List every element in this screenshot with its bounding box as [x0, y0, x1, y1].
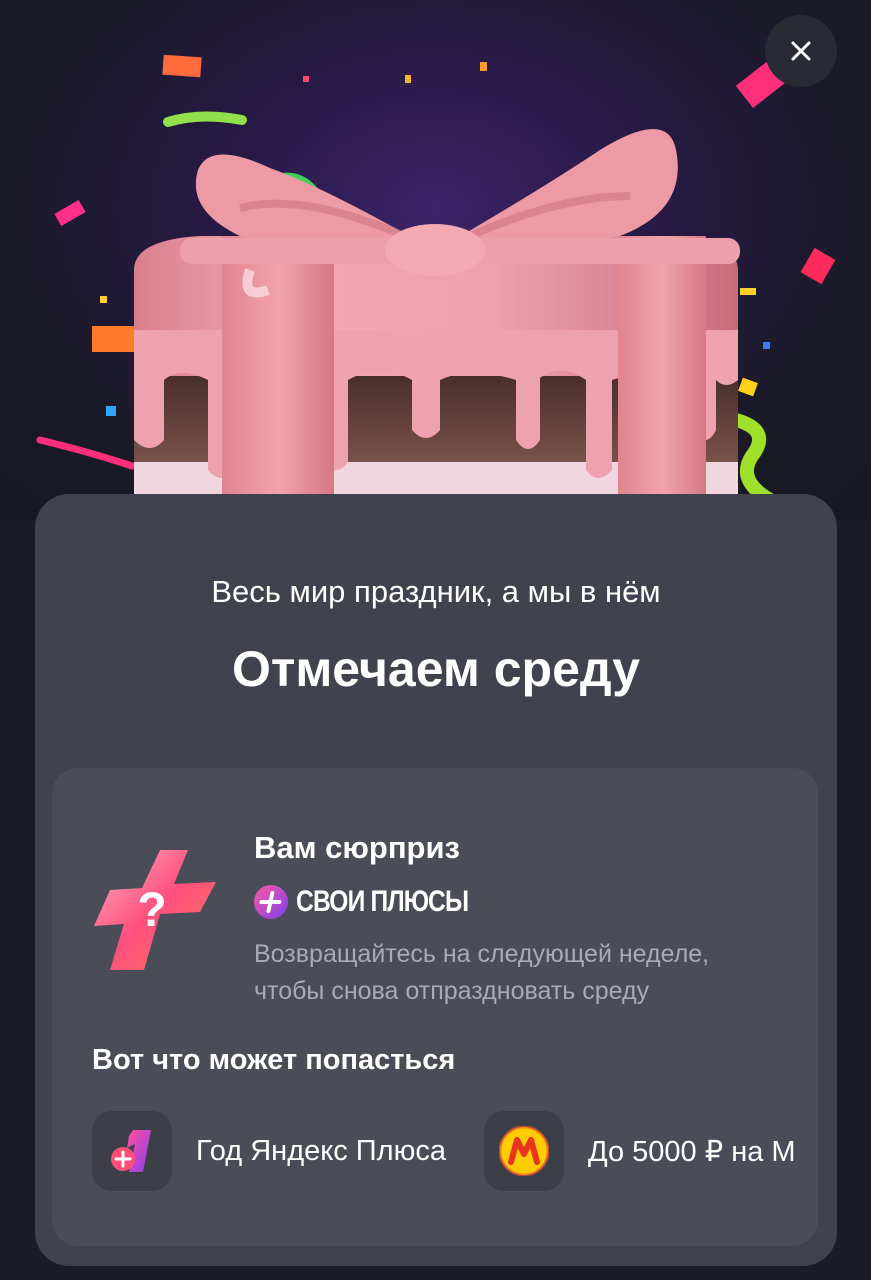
brand-name: СВОИ ПЛЮСЫ	[296, 885, 469, 918]
prize-item-yandex-market[interactable]: До 5000 ₽ на М	[482, 1111, 818, 1191]
prize-item-yandex-plus[interactable]: Год Яндекс Плюса	[92, 1111, 446, 1191]
prize-label: До 5000 ₽ на М	[588, 1135, 796, 1168]
surprise-description: Возвращайтесь на следующей неделе, чтобы…	[254, 940, 710, 1005]
close-icon	[791, 41, 811, 61]
yandex-plus-one-icon	[111, 1130, 151, 1172]
prize-icon-box	[92, 1111, 172, 1191]
promo-title: Отмечаем среду	[231, 641, 641, 697]
promo-sheet: Весь мир праздник, а мы в нём Отмечаем с…	[35, 494, 837, 1266]
question-surprise-icon: ?	[94, 850, 216, 970]
prize-icon-box	[484, 1111, 564, 1191]
plus-logo-icon	[254, 885, 288, 919]
hero-illustration	[0, 0, 871, 520]
svg-text:?: ?	[137, 884, 166, 937]
prizes-title: Вот что может попасться	[92, 1044, 456, 1076]
svoi-plusy-brand: СВОИ ПЛЮСЫ	[254, 885, 506, 919]
surprise-card: ? Вам сюрприз СВОИ ПЛЮСЫ Возвращайтесь н…	[52, 768, 818, 1246]
promo-subtitle: Весь мир праздник, а мы в нём	[211, 574, 661, 609]
prize-label: Год Яндекс Плюса	[196, 1134, 446, 1167]
birthday-cake-illustration	[36, 54, 836, 520]
close-button[interactable]	[765, 15, 837, 87]
yandex-market-icon	[499, 1126, 549, 1176]
surprise-title: Вам сюрприз	[254, 830, 460, 865]
